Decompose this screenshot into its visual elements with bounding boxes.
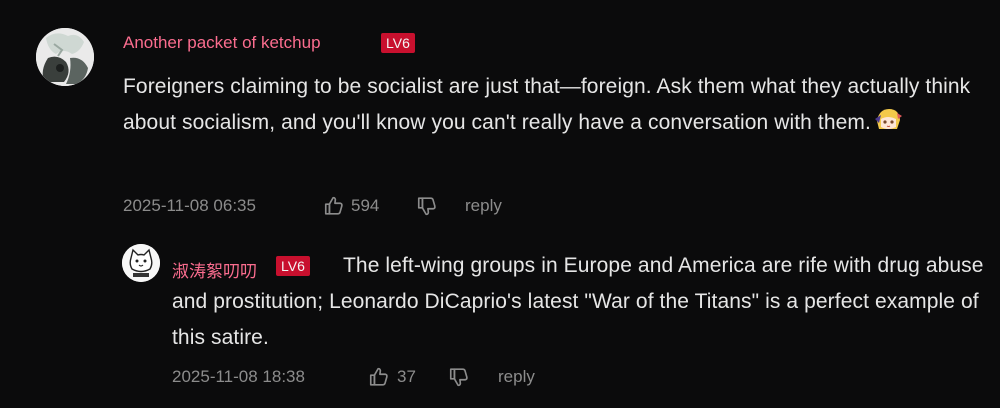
thumbs-down-icon[interactable] — [448, 366, 470, 388]
reply-comment: 淑涛絮叨叨 LV6 The left-wing groups in Europe… — [0, 0, 1000, 408]
timestamp: 2025-11-08 18:38 — [172, 367, 305, 386]
like-count: 37 — [397, 367, 416, 386]
cartoon-cat-avatar[interactable] — [122, 244, 160, 282]
thumbs-up-icon[interactable] — [368, 366, 390, 388]
comment-text: The left-wing groups in Europe and Ameri… — [172, 254, 984, 349]
reply-button[interactable]: reply — [498, 367, 535, 387]
